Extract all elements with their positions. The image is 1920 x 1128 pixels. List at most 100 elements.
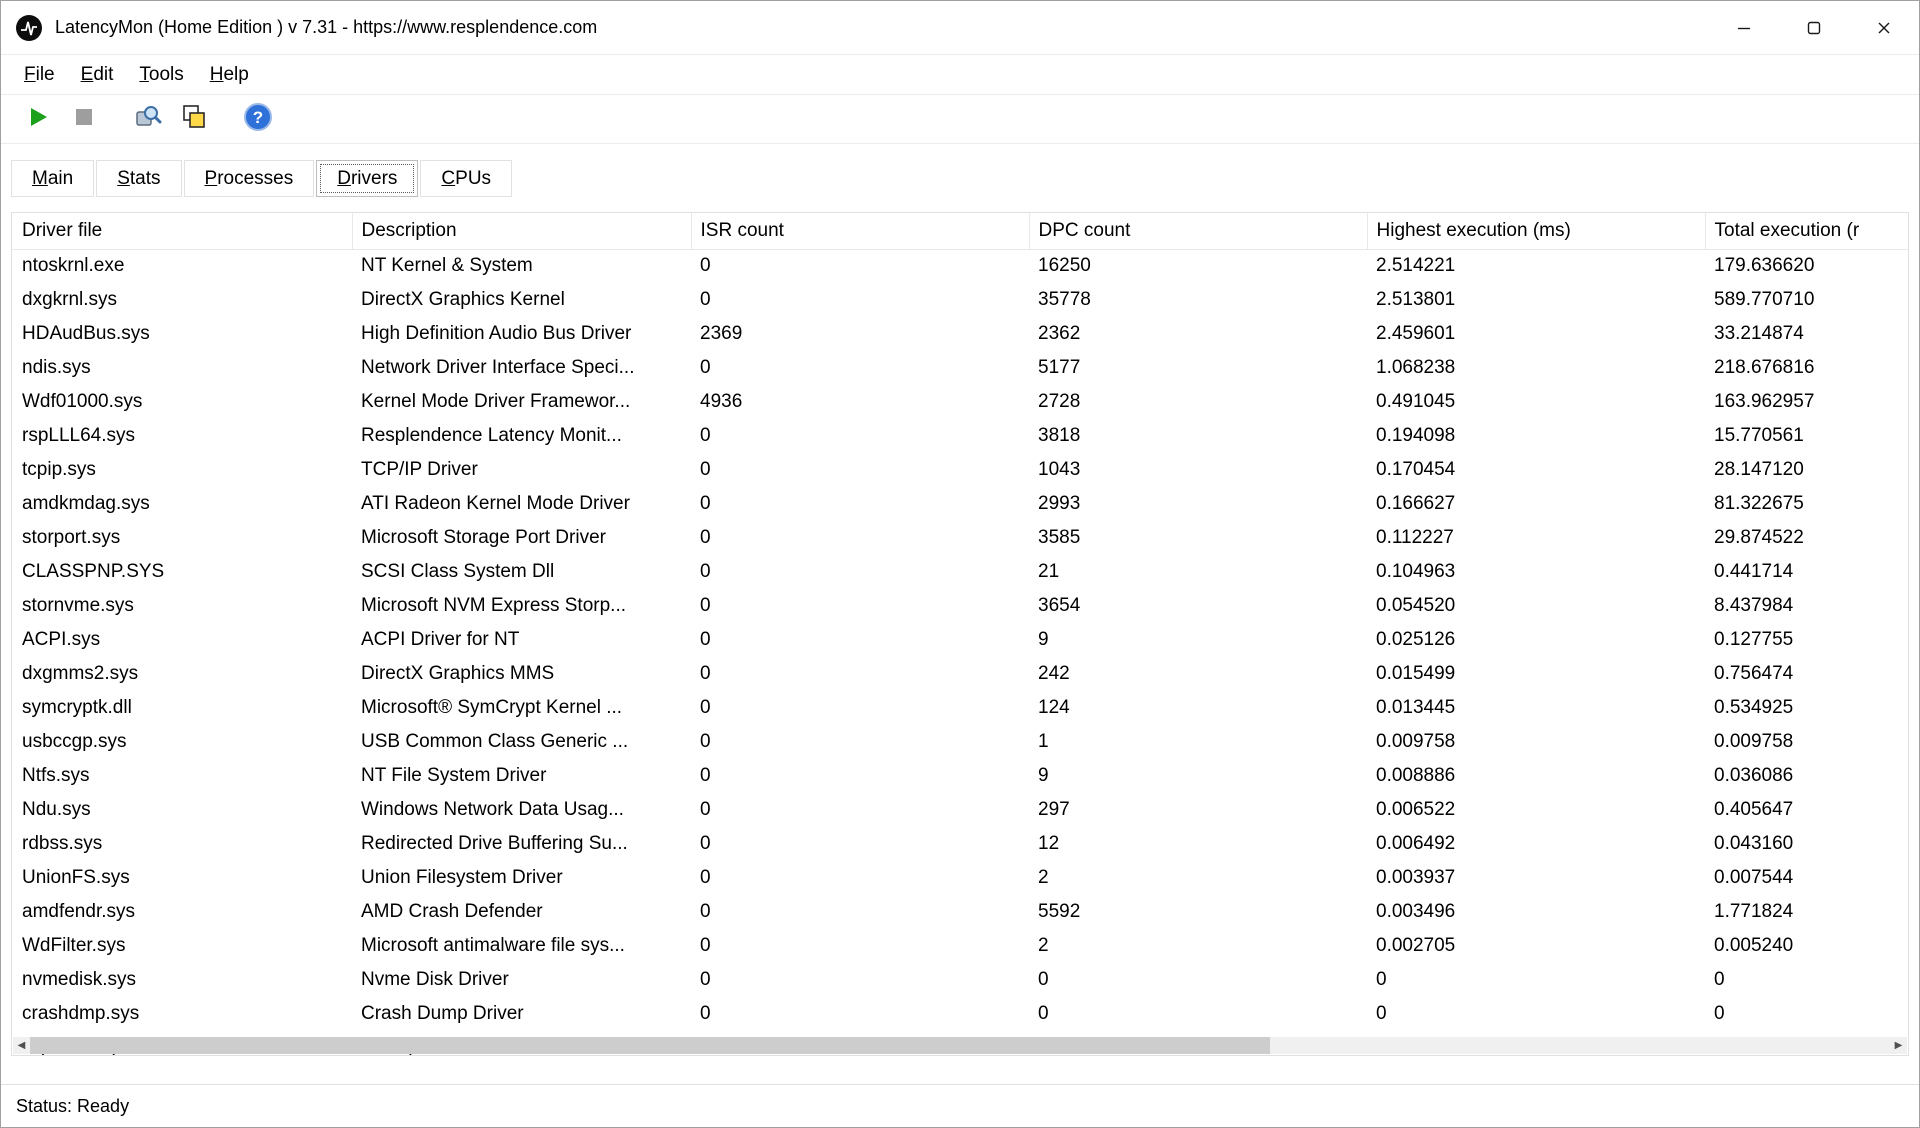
column-header-3[interactable]: ISR count — [691, 213, 1029, 249]
column-header-1[interactable]: Driver file — [12, 213, 352, 249]
table-cell: 0 — [691, 861, 1029, 895]
table-cell: 0 — [691, 929, 1029, 963]
help-button[interactable]: ? — [235, 98, 281, 140]
table-cell: 2.513801 — [1367, 283, 1705, 317]
menu-file[interactable]: File — [11, 59, 68, 91]
scroll-left-arrow-icon[interactable]: ◀ — [13, 1037, 30, 1054]
table-cell: 2362 — [1029, 317, 1367, 351]
table-cell: Union Filesystem Driver — [352, 861, 691, 895]
scroll-right-arrow-icon[interactable]: ▶ — [1890, 1037, 1907, 1054]
table-cell: 589.770710 — [1705, 283, 1909, 317]
table-cell: 3585 — [1029, 521, 1367, 555]
table-row[interactable]: Ntfs.sysNT File System Driver090.0088860… — [12, 759, 1909, 793]
table-cell: 0.054520 — [1367, 589, 1705, 623]
table-row[interactable]: Wdf01000.sysKernel Mode Driver Framewor.… — [12, 385, 1909, 419]
scrollbar-thumb[interactable] — [30, 1037, 1270, 1054]
table-cell: 0.491045 — [1367, 385, 1705, 419]
column-header-2[interactable]: Description — [352, 213, 691, 249]
play-icon — [26, 105, 50, 134]
table-cell: 1.771824 — [1705, 895, 1909, 929]
column-header-6[interactable]: Total execution (r — [1705, 213, 1909, 249]
analyze-button[interactable] — [125, 98, 171, 140]
tab-drivers-label: Drivers — [337, 168, 397, 189]
table-row[interactable]: stornvme.sysMicrosoft NVM Express Storp.… — [12, 589, 1909, 623]
table-cell: 2.459601 — [1367, 317, 1705, 351]
menu-help[interactable]: Help — [197, 59, 262, 91]
table-cell: 0 — [691, 283, 1029, 317]
table-cell: 0 — [1367, 997, 1705, 1031]
table-cell: WdFilter.sys — [12, 929, 352, 963]
table-row[interactable]: usbccgp.sysUSB Common Class Generic ...0… — [12, 725, 1909, 759]
table-row[interactable]: ndis.sysNetwork Driver Interface Speci..… — [12, 351, 1909, 385]
column-header-5[interactable]: Highest execution (ms) — [1367, 213, 1705, 249]
table-row[interactable]: storport.sysMicrosoft Storage Port Drive… — [12, 521, 1909, 555]
table-row[interactable]: tcpip.sysTCP/IP Driver010430.17045428.14… — [12, 453, 1909, 487]
app-icon — [15, 14, 43, 42]
table-row[interactable]: dxgmms2.sysDirectX Graphics MMS02420.015… — [12, 657, 1909, 691]
table-row[interactable]: Ndu.sysWindows Network Data Usag...02970… — [12, 793, 1909, 827]
table-cell: 0 — [691, 249, 1029, 283]
table-cell: UnionFS.sys — [12, 861, 352, 895]
maximize-button[interactable] — [1779, 1, 1849, 54]
table-cell: 0 — [1367, 963, 1705, 997]
table-cell: 29.874522 — [1705, 521, 1909, 555]
status-bar: Status: Ready — [1, 1084, 1919, 1127]
table-cell: 0 — [1029, 997, 1367, 1031]
drivers-table-grid: Driver fileDescriptionISR countDPC count… — [12, 213, 1909, 1056]
table-cell: 0.043160 — [1705, 827, 1909, 861]
table-row[interactable]: ntoskrnl.exeNT Kernel & System0162502.51… — [12, 249, 1909, 283]
table-cell: 218.676816 — [1705, 351, 1909, 385]
menu-edit[interactable]: Edit — [68, 59, 127, 91]
tab-main[interactable]: Main — [11, 160, 94, 197]
table-row[interactable]: HDAudBus.sysHigh Definition Audio Bus Dr… — [12, 317, 1909, 351]
menu-bar: File Edit Tools Help — [1, 55, 1919, 95]
tab-processes[interactable]: Processes — [184, 160, 315, 197]
table-cell: Microsoft antimalware file sys... — [352, 929, 691, 963]
status-text: Status: Ready — [16, 1096, 129, 1117]
table-cell: 0.015499 — [1367, 657, 1705, 691]
stop-monitor-button[interactable] — [61, 98, 107, 140]
close-button[interactable] — [1849, 1, 1919, 54]
minimize-button[interactable] — [1709, 1, 1779, 54]
table-cell: NT Kernel & System — [352, 249, 691, 283]
table-cell: ACPI.sys — [12, 623, 352, 657]
table-cell: 16250 — [1029, 249, 1367, 283]
table-cell: Redirected Drive Buffering Su... — [352, 827, 691, 861]
table-row[interactable]: symcryptk.dllMicrosoft® SymCrypt Kernel … — [12, 691, 1909, 725]
table-cell: TCP/IP Driver — [352, 453, 691, 487]
table-row[interactable]: rdbss.sysRedirected Drive Buffering Su..… — [12, 827, 1909, 861]
tab-cpus[interactable]: CPUs — [420, 160, 512, 197]
horizontal-scrollbar[interactable]: ◀ ▶ — [13, 1037, 1907, 1054]
table-cell: 0 — [691, 759, 1029, 793]
menu-tools[interactable]: Tools — [126, 59, 196, 91]
table-row[interactable]: ACPI.sysACPI Driver for NT090.0251260.12… — [12, 623, 1909, 657]
table-row[interactable]: UnionFS.sysUnion Filesystem Driver020.00… — [12, 861, 1909, 895]
copy-report-button[interactable] — [171, 98, 217, 140]
table-row[interactable]: nvmedisk.sysNvme Disk Driver0000 — [12, 963, 1909, 997]
start-monitor-button[interactable] — [15, 98, 61, 140]
table-row[interactable]: dxgkrnl.sysDirectX Graphics Kernel035778… — [12, 283, 1909, 317]
tab-stats[interactable]: Stats — [96, 160, 181, 197]
table-cell: 0.166627 — [1367, 487, 1705, 521]
table-cell: 1043 — [1029, 453, 1367, 487]
table-cell: 242 — [1029, 657, 1367, 691]
table-row[interactable]: WdFilter.sysMicrosoft antimalware file s… — [12, 929, 1909, 963]
table-cell: 0 — [691, 351, 1029, 385]
table-cell: 0.009758 — [1367, 725, 1705, 759]
tab-drivers[interactable]: Drivers — [316, 160, 418, 197]
table-cell: 0.112227 — [1367, 521, 1705, 555]
stop-icon — [74, 107, 94, 132]
table-row[interactable]: CLASSPNP.SYSSCSI Class System Dll0210.10… — [12, 555, 1909, 589]
table-cell: Nvme Disk Driver — [352, 963, 691, 997]
table-cell: 3654 — [1029, 589, 1367, 623]
table-cell: AMD Crash Defender — [352, 895, 691, 929]
table-row[interactable]: amdfendr.sysAMD Crash Defender055920.003… — [12, 895, 1909, 929]
table-row[interactable]: rspLLL64.sysResplendence Latency Monit..… — [12, 419, 1909, 453]
column-header-4[interactable]: DPC count — [1029, 213, 1367, 249]
table-cell: 0.007544 — [1705, 861, 1909, 895]
table-row[interactable]: crashdmp.sysCrash Dump Driver0000 — [12, 997, 1909, 1031]
table-cell: 5177 — [1029, 351, 1367, 385]
table-cell: DirectX Graphics Kernel — [352, 283, 691, 317]
table-row[interactable]: amdkmdag.sysATI Radeon Kernel Mode Drive… — [12, 487, 1909, 521]
table-cell: 0 — [691, 555, 1029, 589]
